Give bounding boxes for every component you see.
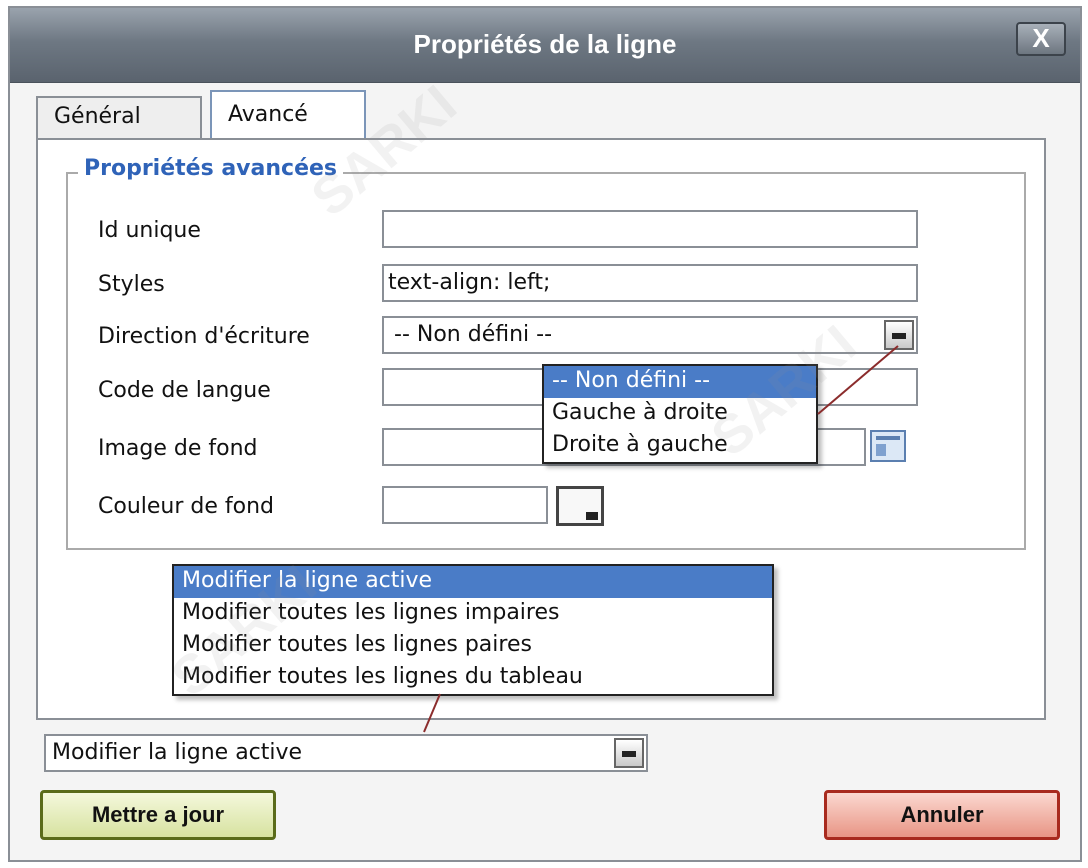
direction-option[interactable]: Droite à gauche — [544, 430, 816, 462]
update-button[interactable]: Mettre a jour — [40, 790, 276, 840]
scope-option[interactable]: Modifier la ligne active — [174, 566, 772, 598]
scope-option[interactable]: Modifier toutes les lignes du tableau — [174, 662, 772, 694]
close-icon: X — [1032, 23, 1050, 53]
direction-select-value: -- Non défini -- — [394, 322, 553, 347]
bgimage-label: Image de fond — [98, 436, 258, 461]
scope-options-list: Modifier la ligne active Modifier toutes… — [172, 564, 774, 696]
tab-general[interactable]: Général — [36, 96, 202, 138]
browse-icon[interactable] — [870, 430, 906, 462]
chevron-down-icon[interactable] — [884, 320, 914, 350]
direction-options-list: -- Non défini -- Gauche à droite Droite … — [542, 364, 818, 464]
color-picker-icon[interactable] — [556, 486, 604, 526]
direction-label: Direction d'écriture — [98, 324, 310, 349]
dialog-title: Propriétés de la ligne — [413, 29, 677, 59]
tab-avance[interactable]: Avancé — [210, 90, 366, 140]
styles-label: Styles — [98, 272, 165, 297]
bgcolor-input[interactable] — [382, 486, 548, 524]
id-input[interactable] — [382, 210, 918, 248]
fieldset-legend: Propriétés avancées — [78, 156, 344, 181]
title-bar[interactable]: Propriétés de la ligne X — [10, 8, 1080, 83]
direction-option[interactable]: Gauche à droite — [544, 398, 816, 430]
direction-select[interactable]: -- Non défini -- — [382, 316, 918, 354]
scope-select[interactable]: Modifier la ligne active — [44, 734, 648, 772]
scope-option[interactable]: Modifier toutes les lignes impaires — [174, 598, 772, 630]
chevron-down-icon[interactable] — [614, 738, 644, 768]
styles-input[interactable]: text-align: left; — [382, 264, 918, 302]
cancel-button[interactable]: Annuler — [824, 790, 1060, 840]
scope-option[interactable]: Modifier toutes les lignes paires — [174, 630, 772, 662]
direction-option[interactable]: -- Non défini -- — [544, 366, 816, 398]
id-label: Id unique — [98, 218, 201, 243]
close-button[interactable]: X — [1016, 22, 1066, 56]
bgcolor-label: Couleur de fond — [98, 494, 274, 519]
scope-select-value: Modifier la ligne active — [52, 740, 303, 765]
lang-label: Code de langue — [98, 378, 271, 403]
